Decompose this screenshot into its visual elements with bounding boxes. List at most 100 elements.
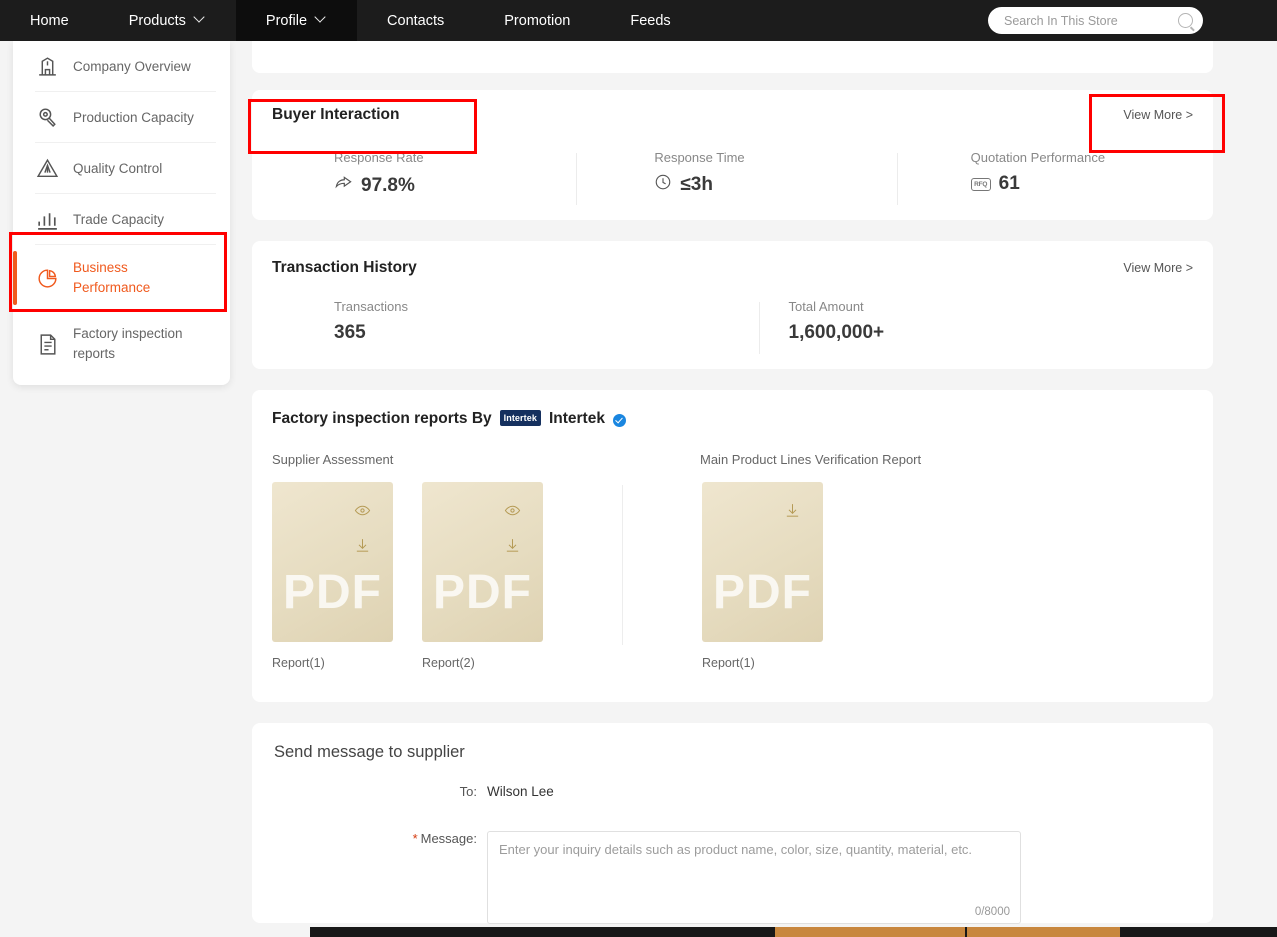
top-navigation-bar: Home Products Profile Contacts Promotion… xyxy=(0,0,1277,41)
message-field-row: * Message: Enter your inquiry details suc… xyxy=(252,831,1021,924)
metric-label: Quotation Performance xyxy=(970,150,1106,165)
sidebar-item-business-performance[interactable]: Business Performance xyxy=(13,245,230,311)
triangle-warning-icon xyxy=(35,156,60,181)
pdf-thumbnail-actions xyxy=(784,502,801,524)
buyer-interaction-metrics: Response Rate 97.8% Response Time ≤3h Qu… xyxy=(252,150,1213,205)
doc-group-label-supplier-assessment: Supplier Assessment xyxy=(272,452,394,467)
sidebar-item-company-overview[interactable]: Company Overview xyxy=(13,41,230,92)
to-field-row: To: Wilson Lee xyxy=(252,784,554,799)
store-search-box[interactable] xyxy=(988,7,1203,34)
sidebar-item-production-capacity[interactable]: Production Capacity xyxy=(13,92,230,143)
factory-inspection-reports-card: Factory inspection reports By Intertek I… xyxy=(252,390,1213,702)
factory-inspection-title: Factory inspection reports By xyxy=(272,410,492,427)
to-field-label: To: xyxy=(459,784,477,799)
metric-transactions: Transactions 365 xyxy=(252,299,759,344)
nav-item-promotion[interactable]: Promotion xyxy=(474,0,600,41)
required-asterisk: * xyxy=(412,831,418,846)
nav-item-feeds[interactable]: Feeds xyxy=(600,0,700,41)
pie-chart-icon xyxy=(35,266,60,291)
search-input[interactable] xyxy=(1002,12,1178,29)
metric-value-row: ≤3h xyxy=(654,173,896,197)
sidebar-item-label: Business Performance xyxy=(73,260,151,295)
metric-response-time: Response Time ≤3h xyxy=(576,150,896,205)
send-message-title: Send message to supplier xyxy=(274,743,465,761)
transaction-history-header: Transaction History View More > xyxy=(272,259,1193,277)
metric-value: 61 xyxy=(998,173,1020,194)
nav-item-label: Promotion xyxy=(504,12,571,29)
sidebar-item-trade-capacity[interactable]: Trade Capacity xyxy=(13,194,230,245)
metric-value: 365 xyxy=(334,322,366,343)
pdf-thumbnail[interactable]: PDF xyxy=(702,482,823,642)
nav-item-home[interactable]: Home xyxy=(0,0,99,41)
doc-caption: Report(2) xyxy=(422,656,475,670)
metric-value-row: 97.8% xyxy=(334,173,576,198)
sidebar-item-factory-inspection-reports[interactable]: Factory inspection reports xyxy=(13,311,230,377)
nav-item-contacts[interactable]: Contacts xyxy=(357,0,474,41)
metric-label: Response Rate xyxy=(334,150,424,165)
metric-quotation-performance: Quotation Performance RFQ 61 xyxy=(896,150,1213,205)
chevron-down-icon xyxy=(195,13,206,24)
metric-value: 1,600,000+ xyxy=(788,322,885,343)
eye-icon[interactable] xyxy=(504,502,521,524)
wrench-gear-icon xyxy=(35,105,60,130)
factory-icon xyxy=(35,54,60,79)
pdf-thumbnail-actions xyxy=(504,502,521,559)
nav-item-products[interactable]: Products xyxy=(99,0,236,41)
download-icon[interactable] xyxy=(504,537,521,559)
intertek-brand-name: Intertek xyxy=(548,410,605,427)
search-icon[interactable] xyxy=(1178,13,1193,28)
metric-value: 97.8% xyxy=(361,174,415,196)
factory-inspection-header: Factory inspection reports By Intertek I… xyxy=(272,410,626,428)
pdf-type-label: PDF xyxy=(433,566,532,619)
nav-item-label: Products xyxy=(128,12,186,29)
download-icon[interactable] xyxy=(354,537,371,559)
sidebar-item-label: Quality Control xyxy=(73,160,163,176)
nav-item-label: Home xyxy=(30,12,69,29)
active-indicator xyxy=(13,251,17,305)
nav-item-profile[interactable]: Profile xyxy=(235,0,358,41)
buyer-interaction-card: Buyer Interaction View More > Response R… xyxy=(252,90,1213,220)
metric-label: Total Amount xyxy=(788,299,864,314)
buyer-interaction-title: Buyer Interaction xyxy=(272,106,400,123)
sidebar-item-label: Company Overview xyxy=(73,58,191,74)
send-message-card: Send message to supplier To: Wilson Lee … xyxy=(252,723,1213,924)
rfq-icon: RFQ xyxy=(970,177,991,191)
doc-caption: Report(1) xyxy=(702,656,755,670)
share-arrow-icon xyxy=(334,173,353,198)
download-icon[interactable] xyxy=(784,502,801,524)
pdf-thumbnail-actions xyxy=(354,502,371,559)
sidebar-item-label: Factory inspection reports xyxy=(73,326,183,361)
to-field-value: Wilson Lee xyxy=(487,784,554,799)
metric-label: Response Time xyxy=(654,150,745,165)
bottom-bar-accent xyxy=(775,927,1120,937)
nav-item-label: Profile xyxy=(265,12,308,29)
pdf-thumbnail[interactable]: PDF xyxy=(272,482,393,642)
pdf-type-label: PDF xyxy=(283,566,382,619)
transaction-history-card: Transaction History View More > Transact… xyxy=(252,241,1213,369)
verified-check-icon xyxy=(612,413,626,427)
doc-caption: Report(1) xyxy=(272,656,325,670)
nav-item-label: Contacts xyxy=(387,12,445,29)
transaction-history-metrics: Transactions 365 Total Amount 1,600,000+ xyxy=(252,299,1213,354)
transaction-history-view-more-link[interactable]: View More > xyxy=(1123,261,1193,275)
buyer-interaction-view-more-link[interactable]: View More > xyxy=(1123,108,1193,122)
pdf-thumbnail[interactable]: PDF xyxy=(422,482,543,642)
divider xyxy=(622,485,623,645)
bar-chart-icon xyxy=(35,207,60,232)
sidebar-item-quality-control[interactable]: Quality Control xyxy=(13,143,230,194)
document-icon xyxy=(35,332,60,357)
nav-item-label: Feeds xyxy=(630,12,671,29)
bottom-bar xyxy=(310,927,1277,937)
doc-group-label-main-product-lines: Main Product Lines Verification Report xyxy=(700,452,922,467)
metric-response-rate: Response Rate 97.8% xyxy=(252,150,576,198)
message-textarea[interactable]: Enter your inquiry details such as produ… xyxy=(487,831,1021,924)
message-label-text: Message: xyxy=(420,831,477,846)
eye-icon[interactable] xyxy=(354,502,371,524)
message-field-label: * Message: xyxy=(252,831,487,924)
clock-icon xyxy=(654,173,672,197)
metric-value: ≤3h xyxy=(680,174,713,195)
profile-sidebar: Company Overview Production Capacity Qua… xyxy=(13,41,230,385)
sidebar-item-label: Trade Capacity xyxy=(73,211,165,227)
metric-value-row: RFQ 61 xyxy=(970,173,1213,195)
message-character-counter: 0/8000 xyxy=(974,906,1010,918)
